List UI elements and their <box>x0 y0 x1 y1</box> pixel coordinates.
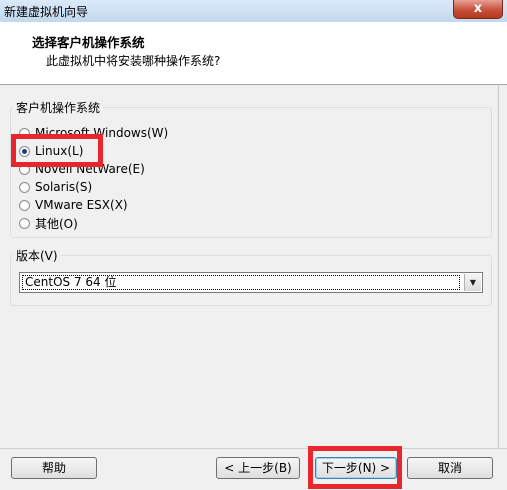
guest-os-group-label: 客户机操作系统 <box>16 101 101 115</box>
radio-netware[interactable]: Novell NetWare(E) <box>19 161 145 177</box>
radio-circle-icon[interactable] <box>19 217 30 229</box>
radio-linux[interactable]: Linux(L) <box>19 143 83 159</box>
radio-solaris[interactable]: Solaris(S) <box>19 179 92 195</box>
radio-circle-icon[interactable] <box>19 181 30 193</box>
footer-divider <box>0 448 507 449</box>
radio-other[interactable]: 其他(O) <box>19 215 78 231</box>
radio-label: Novell NetWare(E) <box>35 162 145 176</box>
radio-circle-icon[interactable] <box>19 127 30 139</box>
chevron-down-icon[interactable]: ▼ <box>464 274 481 291</box>
help-button[interactable]: 帮助 <box>11 457 97 479</box>
version-select[interactable]: CentOS 7 64 位 ▼ <box>19 272 483 293</box>
radio-circle-icon[interactable] <box>19 199 30 211</box>
radio-circle-icon[interactable] <box>19 163 30 175</box>
radio-label: Linux(L) <box>35 144 84 158</box>
radio-label: Microsoft Windows(W) <box>35 126 169 140</box>
back-button[interactable]: < 上一步(B) <box>216 457 300 479</box>
version-group-label: 版本(V) <box>16 249 58 263</box>
radio-windows[interactable]: Microsoft Windows(W) <box>19 125 168 141</box>
next-button[interactable]: 下一步(N) > <box>315 457 397 479</box>
cancel-button[interactable]: 取消 <box>407 457 493 479</box>
page-subtitle: 此虚拟机中将安装哪种操作系统? <box>46 54 221 68</box>
radio-checked-icon[interactable] <box>19 145 30 157</box>
radio-esx[interactable]: VMware ESX(X) <box>19 197 128 213</box>
radio-label: 其他(O) <box>35 216 78 231</box>
close-icon: x <box>473 1 483 16</box>
panel-edge <box>498 84 499 448</box>
page-title: 选择客户机操作系统 <box>32 35 145 50</box>
wizard-header: 选择客户机操作系统 此虚拟机中将安装哪种操作系统? <box>0 22 507 85</box>
radio-label: VMware ESX(X) <box>35 198 128 212</box>
radio-label: Solaris(S) <box>35 180 93 194</box>
close-button[interactable]: x <box>453 0 503 19</box>
window-title: 新建虚拟机向导 <box>4 5 89 19</box>
title-bar: 新建虚拟机向导 x <box>0 0 507 23</box>
version-select-value: CentOS 7 64 位 <box>22 275 460 290</box>
